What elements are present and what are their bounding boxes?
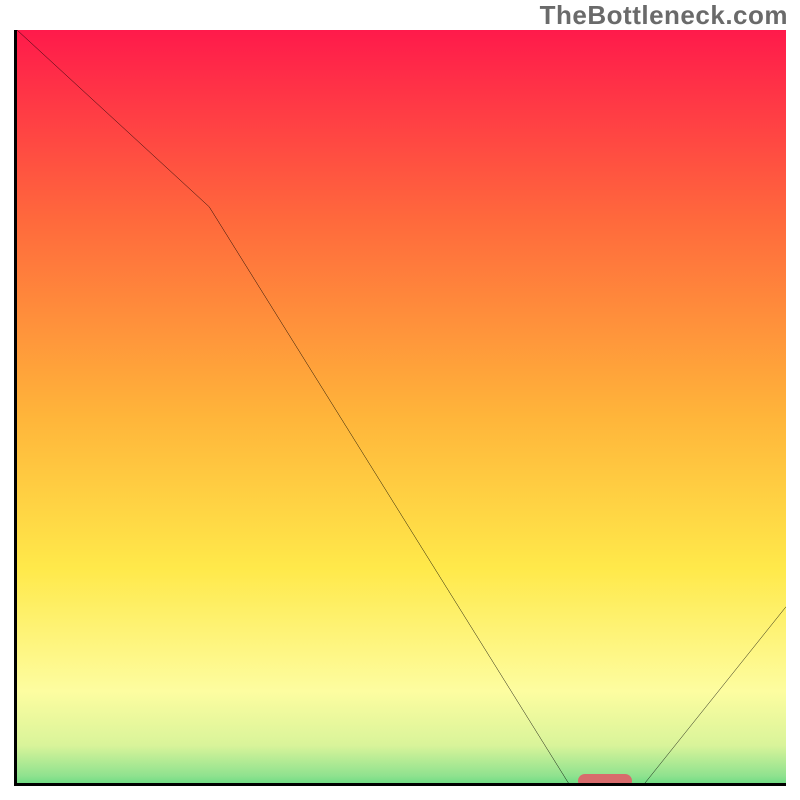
watermark-text: TheBottleneck.com xyxy=(540,0,788,31)
background-gradient xyxy=(17,30,786,786)
optimal-range-marker xyxy=(578,774,632,786)
chart-stage: TheBottleneck.com xyxy=(0,0,800,800)
plot-area xyxy=(14,30,786,786)
